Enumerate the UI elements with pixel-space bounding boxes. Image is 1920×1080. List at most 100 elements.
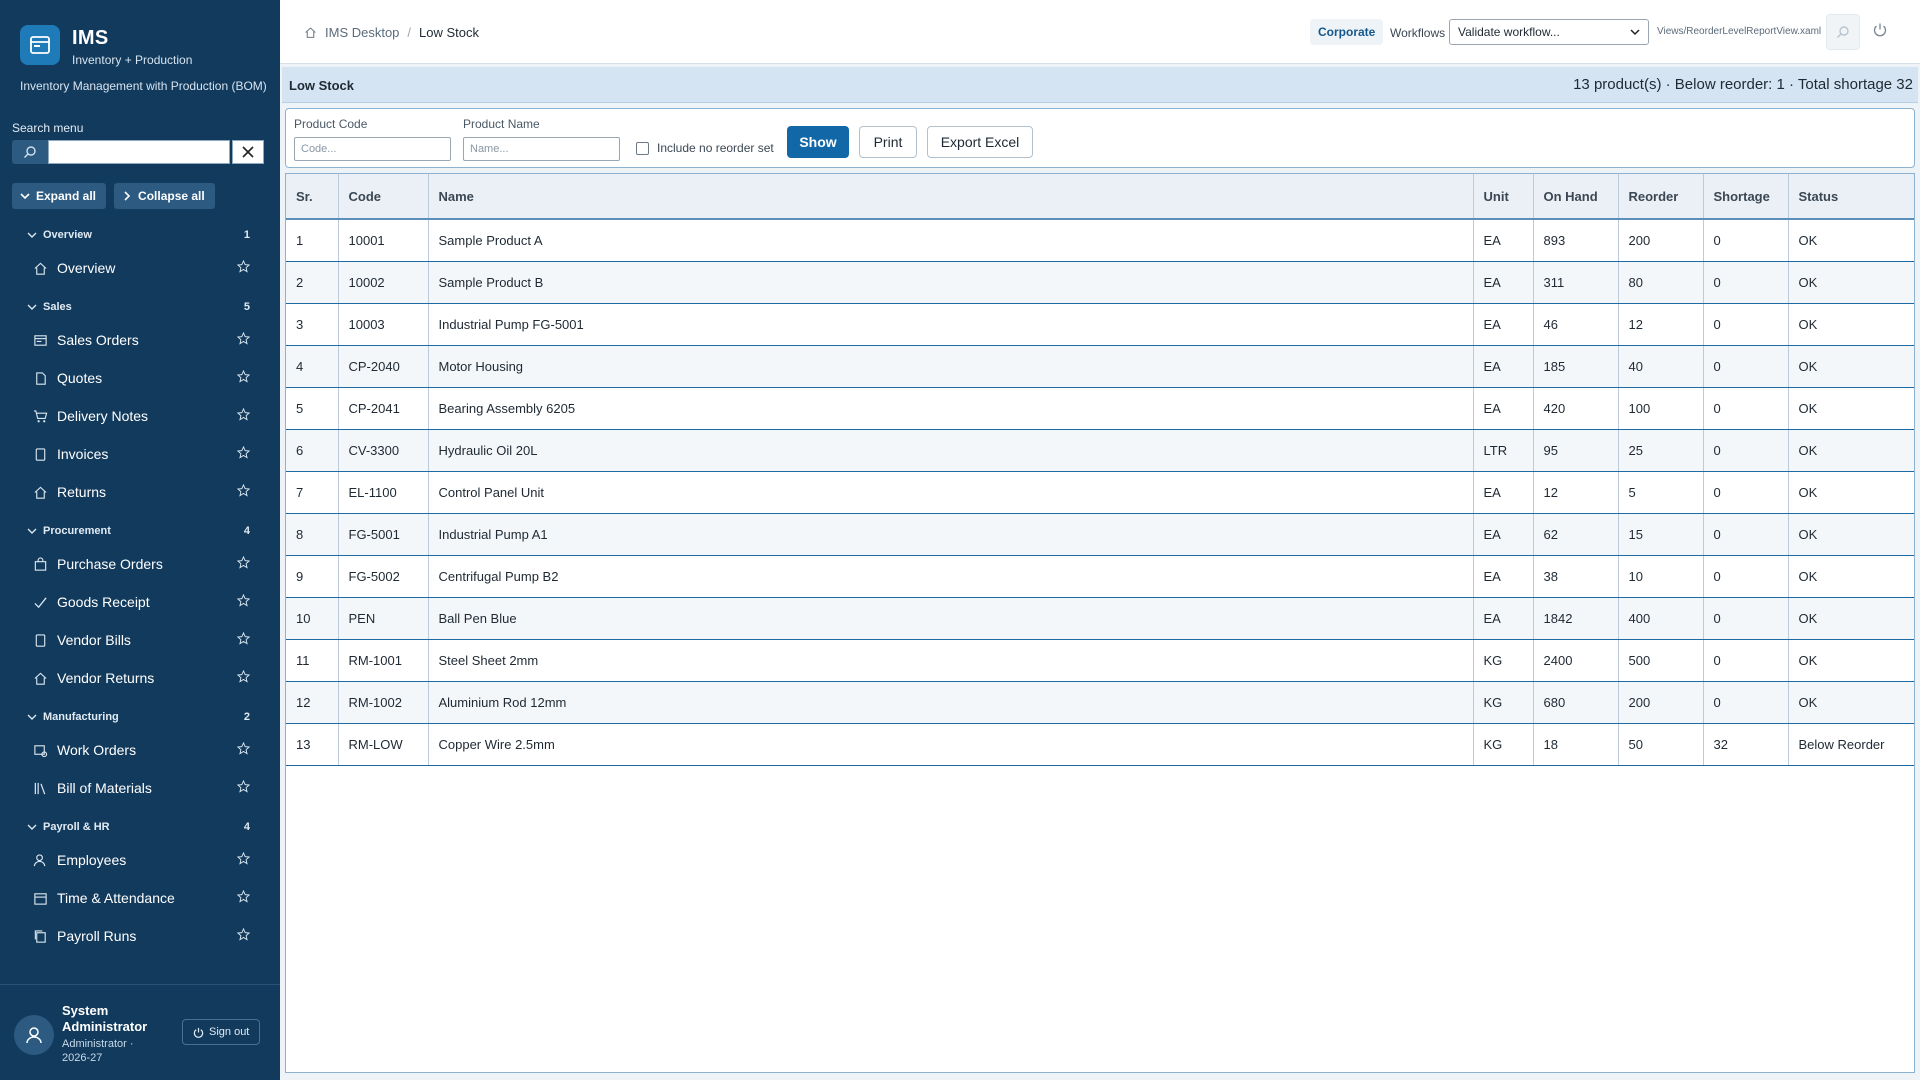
nav-item-bill-of-materials[interactable]: Bill of Materials <box>0 769 280 807</box>
column-header[interactable]: Code <box>338 174 429 220</box>
expand-all-button[interactable]: Expand all <box>12 183 107 209</box>
favorite-star-icon[interactable] <box>236 331 251 348</box>
clear-search-button[interactable] <box>232 140 264 164</box>
column-header[interactable]: Reorder <box>1618 174 1704 220</box>
nav-item-goods-receipt[interactable]: Goods Receipt <box>0 583 280 621</box>
checkbox-box[interactable] <box>636 141 649 155</box>
favorite-star-icon[interactable] <box>236 631 251 648</box>
nav-item-delivery-notes[interactable]: Delivery Notes <box>0 397 280 435</box>
show-button[interactable]: Show <box>787 126 849 158</box>
table-cell: CV-3300 <box>338 429 429 472</box>
company-badge[interactable]: Corporate <box>1310 19 1384 45</box>
nav-item-work-orders[interactable]: Work Orders <box>0 731 280 769</box>
library-icon <box>32 780 48 796</box>
table-cell: 893 <box>1533 219 1619 262</box>
sign-out-button[interactable]: Sign out <box>182 1019 261 1045</box>
favorite-star-icon[interactable] <box>236 593 251 610</box>
table-cell: Sample Product A <box>428 219 1474 262</box>
column-header[interactable]: Shortage <box>1703 174 1789 220</box>
table-row[interactable]: 7 EL-1100 Control Panel Unit EA 12 5 0 OK <box>286 471 1914 514</box>
table-row[interactable]: 3 10003 Industrial Pump FG-5001 EA 46 12 0 OK <box>286 303 1914 346</box>
column-header[interactable]: Name <box>428 174 1474 220</box>
include-no-reorder-checkbox[interactable]: Include no reorder set <box>636 141 774 155</box>
table-row[interactable]: 12 RM-1002 Aluminium Rod 12mm KG 680 200 0 OK <box>286 681 1914 724</box>
product-name-input[interactable] <box>463 137 620 161</box>
table-cell: KG <box>1473 681 1534 724</box>
nav-group-sales[interactable]: Sales 5 <box>0 293 280 321</box>
nav-item-payroll-runs[interactable]: Payroll Runs <box>0 917 280 955</box>
table-cell: Bearing Assembly 6205 <box>428 387 1474 430</box>
collapse-all-button[interactable]: Collapse all <box>114 183 215 209</box>
export-excel-button[interactable]: Export Excel <box>927 126 1033 158</box>
table-row[interactable]: 13 RM-LOW Copper Wire 2.5mm KG 18 50 32 Below R… <box>286 723 1914 766</box>
table-row[interactable]: 8 FG-5001 Industrial Pump A1 EA 62 15 0 OK <box>286 513 1914 556</box>
favorite-star-icon[interactable] <box>236 851 251 868</box>
favorite-star-icon[interactable] <box>236 483 251 500</box>
favorite-star-icon[interactable] <box>236 741 251 758</box>
product-code-input[interactable] <box>294 137 451 161</box>
table-cell: Sample Product B <box>428 261 1474 304</box>
brand-title: IMS <box>72 27 109 49</box>
nav-item-vendor-returns[interactable]: Vendor Returns <box>0 659 280 697</box>
table-row[interactable]: 9 FG-5002 Centrifugal Pump B2 EA 38 10 0 OK <box>286 555 1914 598</box>
check-icon <box>32 594 48 610</box>
favorite-star-icon[interactable] <box>236 779 251 796</box>
table-cell: RM-LOW <box>338 723 429 766</box>
nav-item-employees[interactable]: Employees <box>0 841 280 879</box>
table-cell: KG <box>1473 639 1534 682</box>
nav-item-overview[interactable]: Overview <box>0 249 280 287</box>
top-search-button[interactable] <box>1826 14 1860 50</box>
column-header[interactable]: Unit <box>1473 174 1534 220</box>
column-header[interactable]: Sr. <box>286 174 339 220</box>
nav-item-vendor-bills[interactable]: Vendor Bills <box>0 621 280 659</box>
breadcrumb-home[interactable]: IMS Desktop <box>325 25 399 40</box>
favorite-star-icon[interactable] <box>236 555 251 572</box>
column-header[interactable]: On Hand <box>1533 174 1619 220</box>
favorite-star-icon[interactable] <box>236 445 251 462</box>
table-cell: 10 <box>1618 555 1704 598</box>
nav-item-label: Vendor Returns <box>57 670 155 686</box>
nav-item-invoices[interactable]: Invoices <box>0 435 280 473</box>
chevron-right-icon <box>124 191 131 201</box>
table-row[interactable]: 1 10001 Sample Product A EA 893 200 0 OK <box>286 219 1914 262</box>
workflow-select[interactable]: Validate workflow... <box>1449 19 1649 45</box>
table-cell: 3 <box>286 303 339 346</box>
workflow-selected-value: Validate workflow... <box>1458 25 1560 39</box>
nav-group-payroll-hr[interactable]: Payroll & HR 4 <box>0 813 280 841</box>
favorite-star-icon[interactable] <box>236 259 251 276</box>
table-cell: 38 <box>1533 555 1619 598</box>
table-row[interactable]: 4 CP-2040 Motor Housing EA 185 40 0 OK <box>286 345 1914 388</box>
table-cell: 95 <box>1533 429 1619 472</box>
table-row[interactable]: 2 10002 Sample Product B EA 311 80 0 OK <box>286 261 1914 304</box>
power-button[interactable] <box>1872 22 1888 41</box>
nav-item-sales-orders[interactable]: Sales Orders <box>0 321 280 359</box>
table-row[interactable]: 10 PEN Ball Pen Blue EA 1842 400 0 OK <box>286 597 1914 640</box>
nav-menu: Overview 1 Overview Sales 5 Sales Orders… <box>0 221 280 955</box>
table-row[interactable]: 5 CP-2041 Bearing Assembly 6205 EA 420 100 0 OK <box>286 387 1914 430</box>
search-menu-input[interactable] <box>48 140 230 164</box>
favorite-star-icon[interactable] <box>236 369 251 386</box>
nav-item-quotes[interactable]: Quotes <box>0 359 280 397</box>
nav-item-returns[interactable]: Returns <box>0 473 280 511</box>
chevron-down-icon <box>1630 29 1640 36</box>
nav-group-manufacturing[interactable]: Manufacturing 2 <box>0 703 280 731</box>
expand-all-label: Expand all <box>36 189 97 203</box>
table-row[interactable]: 11 RM-1001 Steel Sheet 2mm KG 2400 500 0 OK <box>286 639 1914 682</box>
favorite-star-icon[interactable] <box>236 927 251 944</box>
search-icon <box>1837 26 1849 38</box>
table-cell: 5 <box>286 387 339 430</box>
table-row[interactable]: 6 CV-3300 Hydraulic Oil 20L LTR 95 25 0 OK <box>286 429 1914 472</box>
favorite-star-icon[interactable] <box>236 669 251 686</box>
print-button[interactable]: Print <box>859 126 917 158</box>
column-header[interactable]: Status <box>1788 174 1914 220</box>
nav-group-procurement[interactable]: Procurement 4 <box>0 517 280 545</box>
favorite-star-icon[interactable] <box>236 407 251 424</box>
search-menu-label: Search menu <box>12 121 84 135</box>
nav-item-purchase-orders[interactable]: Purchase Orders <box>0 545 280 583</box>
favorite-star-icon[interactable] <box>236 889 251 906</box>
chevron-down-icon <box>27 232 37 238</box>
nav-item-time-attendance[interactable]: Time & Attendance <box>0 879 280 917</box>
table-cell: PEN <box>338 597 429 640</box>
nav-group-overview[interactable]: Overview 1 <box>0 221 280 249</box>
table-cell: 11 <box>286 639 339 682</box>
